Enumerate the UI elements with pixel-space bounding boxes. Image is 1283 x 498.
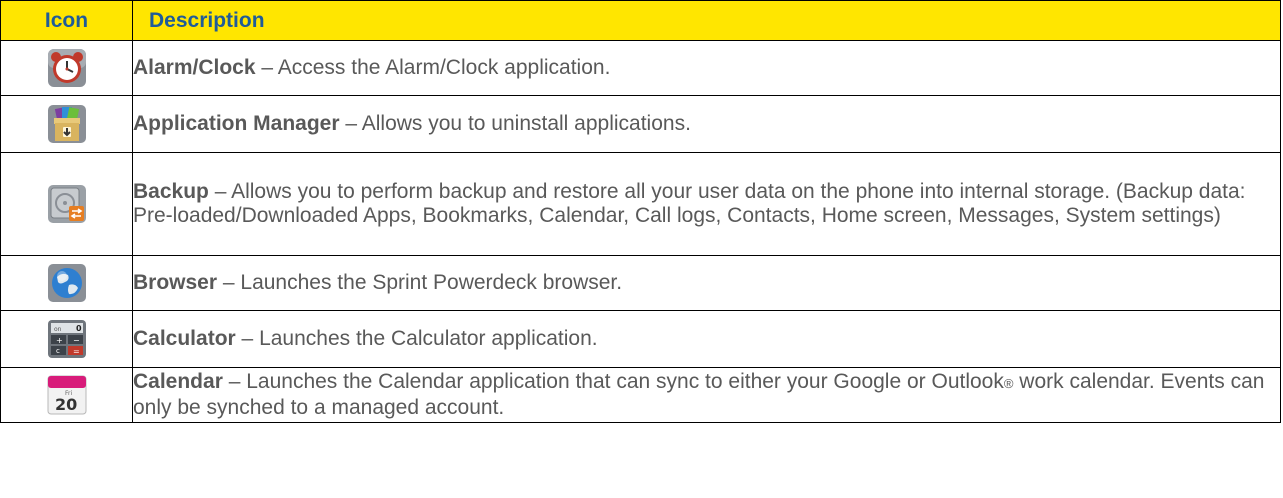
icon-cell: on 0 + − c =: [0, 310, 133, 368]
description-cell: Calendar – Launches the Calendar applica…: [132, 367, 1281, 423]
item-dash: –: [235, 327, 260, 350]
calendar-date-label: 20: [55, 395, 77, 414]
icon-cell: [0, 255, 133, 311]
item-title: Backup: [133, 180, 209, 203]
table-row: on 0 + − c = Calculator – Launches the C…: [0, 310, 1281, 368]
table-row: Application Manager – Allows you to unin…: [0, 95, 1281, 153]
calculator-icon: on 0 + − c =: [47, 319, 87, 359]
description-column-header: Description: [132, 0, 1281, 41]
item-text: Allows you to perform backup and restore…: [133, 180, 1246, 227]
item-dash: –: [208, 180, 232, 203]
table-header-row: Icon Description: [0, 0, 1281, 41]
calc-equals-label: =: [73, 347, 80, 356]
calc-on-label: on: [54, 326, 62, 333]
application-manager-icon: [47, 104, 87, 144]
table-row: Alarm/Clock – Access the Alarm/Clock app…: [0, 40, 1281, 96]
calc-zero-label: 0: [76, 324, 82, 333]
icon-cell: [0, 40, 133, 96]
table-row: Backup – Allows you to perform backup an…: [0, 152, 1281, 256]
item-dash: –: [255, 56, 278, 79]
item-text: Launches the Calendar application that c…: [246, 370, 1004, 393]
description-cell: Calculator – Launches the Calculator app…: [132, 310, 1281, 368]
item-dash: –: [217, 271, 241, 294]
item-text: Launches the Calculator application.: [259, 327, 598, 350]
item-title: Calculator: [133, 327, 236, 350]
description-cell: Backup – Allows you to perform backup an…: [132, 152, 1281, 256]
item-title: Browser: [133, 271, 218, 294]
calc-c-label: c: [56, 347, 60, 355]
table-row: Fri 20 Calendar – Launches the Calendar …: [0, 367, 1281, 423]
icon-description-table: Icon Description Alarm/Clock – Access th…: [0, 0, 1281, 423]
table-row: Browser – Launches the Sprint Powerdeck …: [0, 255, 1281, 311]
icon-cell: [0, 152, 133, 256]
icon-cell: Fri 20: [0, 367, 133, 423]
calc-plus-label: +: [56, 336, 63, 345]
calc-minus-label: −: [73, 336, 80, 345]
item-dash: –: [339, 112, 362, 135]
item-text: Access the Alarm/Clock application.: [277, 56, 611, 79]
item-title: Alarm/Clock: [133, 56, 256, 79]
alarm-clock-icon: [47, 48, 87, 88]
item-title: Calendar: [133, 370, 223, 393]
item-title: Application Manager: [133, 112, 340, 135]
icon-column-header: Icon: [0, 0, 133, 41]
calendar-icon: Fri 20: [47, 375, 87, 415]
description-cell: Alarm/Clock – Access the Alarm/Clock app…: [132, 40, 1281, 96]
description-cell: Browser – Launches the Sprint Powerdeck …: [132, 255, 1281, 311]
browser-globe-icon: [47, 263, 87, 303]
item-text: Allows you to uninstall applications.: [361, 112, 691, 135]
backup-icon: [47, 184, 87, 224]
icon-cell: [0, 95, 133, 153]
description-cell: Application Manager – Allows you to unin…: [132, 95, 1281, 153]
item-dash: –: [222, 370, 247, 393]
item-text: Launches the Sprint Powerdeck browser.: [240, 271, 623, 294]
